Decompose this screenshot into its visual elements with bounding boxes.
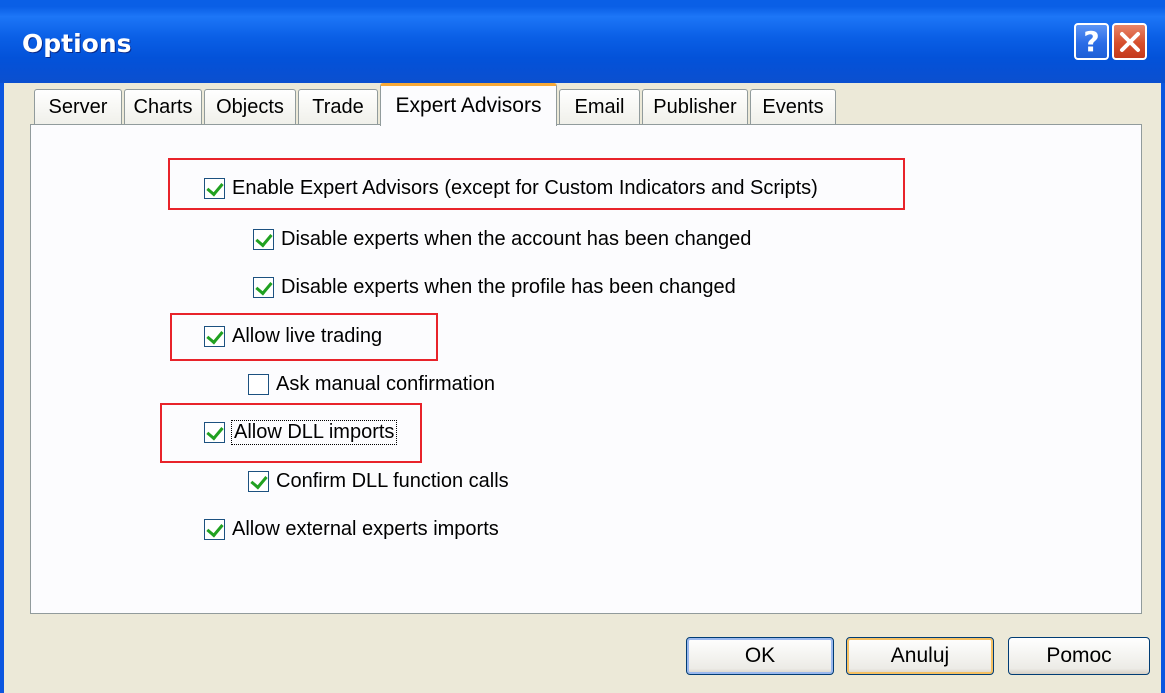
tab-objects[interactable]: Objects	[204, 89, 296, 124]
title-bar[interactable]: Options ?	[0, 0, 1165, 83]
option-confirm-dll-calls[interactable]: Confirm DLL function calls	[248, 467, 509, 495]
tab-server[interactable]: Server	[34, 89, 122, 124]
checkbox[interactable]	[204, 518, 225, 540]
window-title: Options	[22, 29, 132, 58]
option-allow-external-experts[interactable]: Allow external experts imports	[204, 515, 499, 543]
close-icon[interactable]	[1112, 23, 1147, 60]
option-label: Disable experts when the profile has bee…	[281, 275, 736, 298]
checkbox[interactable]	[253, 276, 274, 298]
option-label: Allow external experts imports	[232, 517, 499, 540]
tab-events[interactable]: Events	[750, 89, 836, 124]
option-label: Confirm DLL function calls	[276, 469, 509, 492]
option-ask-manual-confirmation[interactable]: Ask manual confirmation	[248, 370, 495, 398]
checkbox[interactable]	[248, 470, 269, 492]
highlight-box	[168, 158, 905, 210]
tab-charts[interactable]: Charts	[124, 89, 202, 124]
option-label: Disable experts when the account has bee…	[281, 227, 752, 250]
expert-advisors-panel: Enable Expert Advisors (except for Custo…	[30, 124, 1142, 614]
tab-expert-advisors[interactable]: Expert Advisors	[380, 83, 557, 126]
option-disable-on-profile-change[interactable]: Disable experts when the profile has bee…	[253, 273, 736, 301]
dialog-body: Server Charts Objects Trade Expert Advis…	[0, 83, 1165, 693]
help-icon[interactable]: ?	[1074, 23, 1109, 60]
highlight-box	[160, 403, 422, 463]
tab-trade[interactable]: Trade	[298, 89, 378, 124]
highlight-box	[170, 313, 438, 361]
cancel-button[interactable]: Anuluj	[846, 637, 994, 675]
help-button[interactable]: Pomoc	[1008, 637, 1150, 675]
ok-button[interactable]: OK	[686, 637, 834, 675]
checkbox[interactable]	[253, 228, 274, 250]
tab-publisher[interactable]: Publisher	[642, 89, 748, 124]
options-dialog: Options ? Server Charts Objects Trade Ex…	[0, 0, 1165, 693]
option-label: Ask manual confirmation	[276, 372, 495, 395]
option-disable-on-account-change[interactable]: Disable experts when the account has bee…	[253, 225, 751, 253]
tab-email[interactable]: Email	[559, 89, 640, 124]
checkbox[interactable]	[248, 373, 269, 395]
